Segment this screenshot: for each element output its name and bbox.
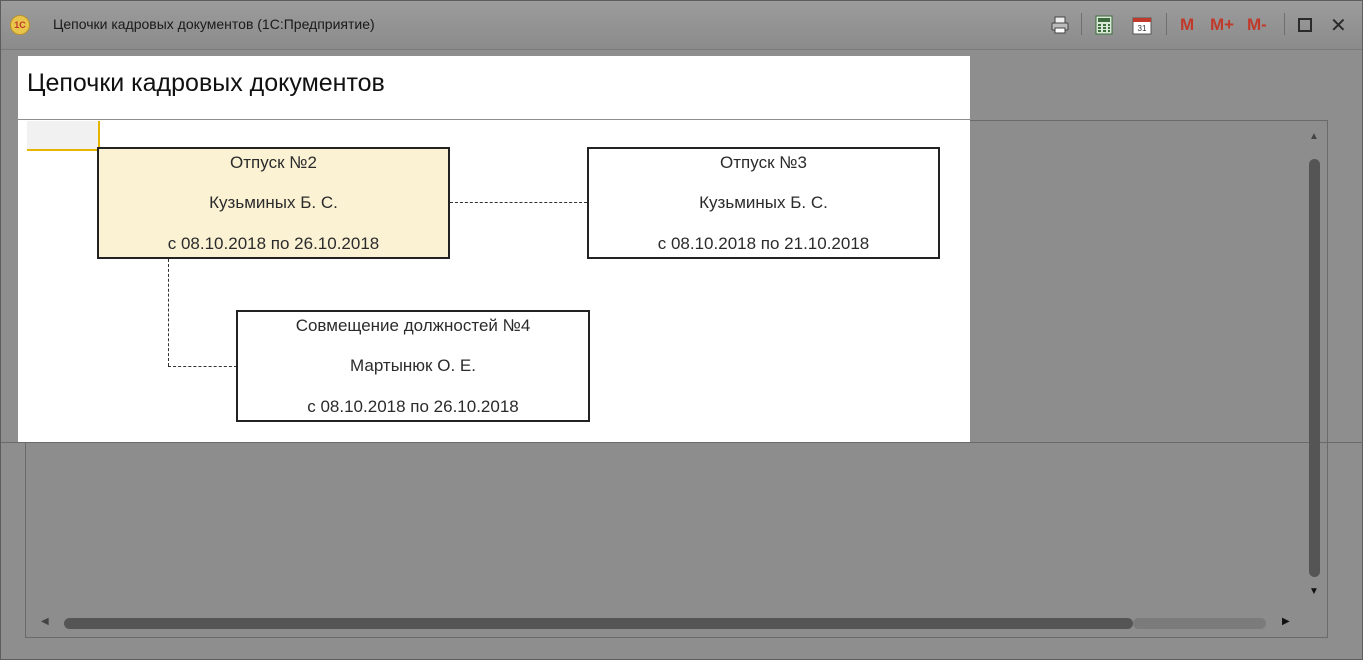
vertical-scrollbar-thumb[interactable] <box>1309 159 1320 577</box>
document-node[interactable]: Совмещение должностей №4 Мартынюк О. Е. … <box>236 310 590 422</box>
node-person: Кузьминых Б. С. <box>209 193 338 212</box>
page-title: Цепочки кадровых документов <box>27 69 385 97</box>
node-person: Мартынюк О. Е. <box>350 356 476 375</box>
graph-corner-cell[interactable] <box>27 121 100 151</box>
close-icon[interactable]: ✕ <box>1330 13 1347 38</box>
document-node[interactable]: Отпуск №2 Кузьминых Б. С. с 08.10.2018 п… <box>97 147 450 259</box>
svg-text:31: 31 <box>1138 24 1147 33</box>
grid-line <box>1 442 1363 443</box>
toolbar-separator <box>1081 13 1082 35</box>
print-icon[interactable] <box>1048 14 1072 36</box>
grid-line <box>970 120 1328 121</box>
1c-logo-icon[interactable]: 1C <box>10 15 30 35</box>
document-node[interactable]: Отпуск №3 Кузьминых Б. С. с 08.10.2018 п… <box>587 147 940 259</box>
memory-subtract-button[interactable]: M- <box>1247 15 1267 35</box>
title-bar: 1C Цепочки кадровых документов (1С:Предп… <box>1 1 1362 50</box>
calculator-icon[interactable] <box>1093 14 1115 36</box>
node-period: с 08.10.2018 по 21.10.2018 <box>657 234 870 253</box>
app-window: 1C Цепочки кадровых документов (1С:Предп… <box>0 0 1363 660</box>
node-period: с 08.10.2018 по 26.10.2018 <box>167 234 380 253</box>
toolbar-separator <box>1166 13 1167 35</box>
connector-line <box>450 202 587 203</box>
node-period: с 08.10.2018 по 26.10.2018 <box>307 397 519 416</box>
window-title: Цепочки кадровых документов (1С:Предприя… <box>53 16 375 32</box>
memory-store-button[interactable]: M <box>1180 15 1194 35</box>
scroll-left-arrow-icon[interactable]: ◀ <box>41 616 49 627</box>
maximize-icon[interactable] <box>1295 14 1315 36</box>
node-title: Отпуск №3 <box>720 153 807 172</box>
horizontal-scrollbar-track[interactable] <box>1133 618 1266 629</box>
scroll-down-arrow-icon[interactable]: ▼ <box>1309 586 1319 597</box>
connector-line <box>168 259 169 366</box>
node-title: Отпуск №2 <box>230 153 317 172</box>
node-title: Совмещение должностей №4 <box>295 316 531 335</box>
scroll-right-arrow-icon[interactable]: ▶ <box>1282 616 1290 627</box>
toolbar-separator <box>1284 13 1285 35</box>
heading-panel: Цепочки кадровых документов <box>18 56 970 119</box>
memory-add-button[interactable]: M+ <box>1210 15 1234 35</box>
connector-line <box>168 366 237 367</box>
node-person: Кузьминых Б. С. <box>699 193 828 212</box>
calendar-icon[interactable]: 31 <box>1131 14 1153 36</box>
horizontal-scrollbar-thumb[interactable] <box>64 618 1133 629</box>
scroll-up-arrow-icon[interactable]: ▲ <box>1309 131 1319 142</box>
